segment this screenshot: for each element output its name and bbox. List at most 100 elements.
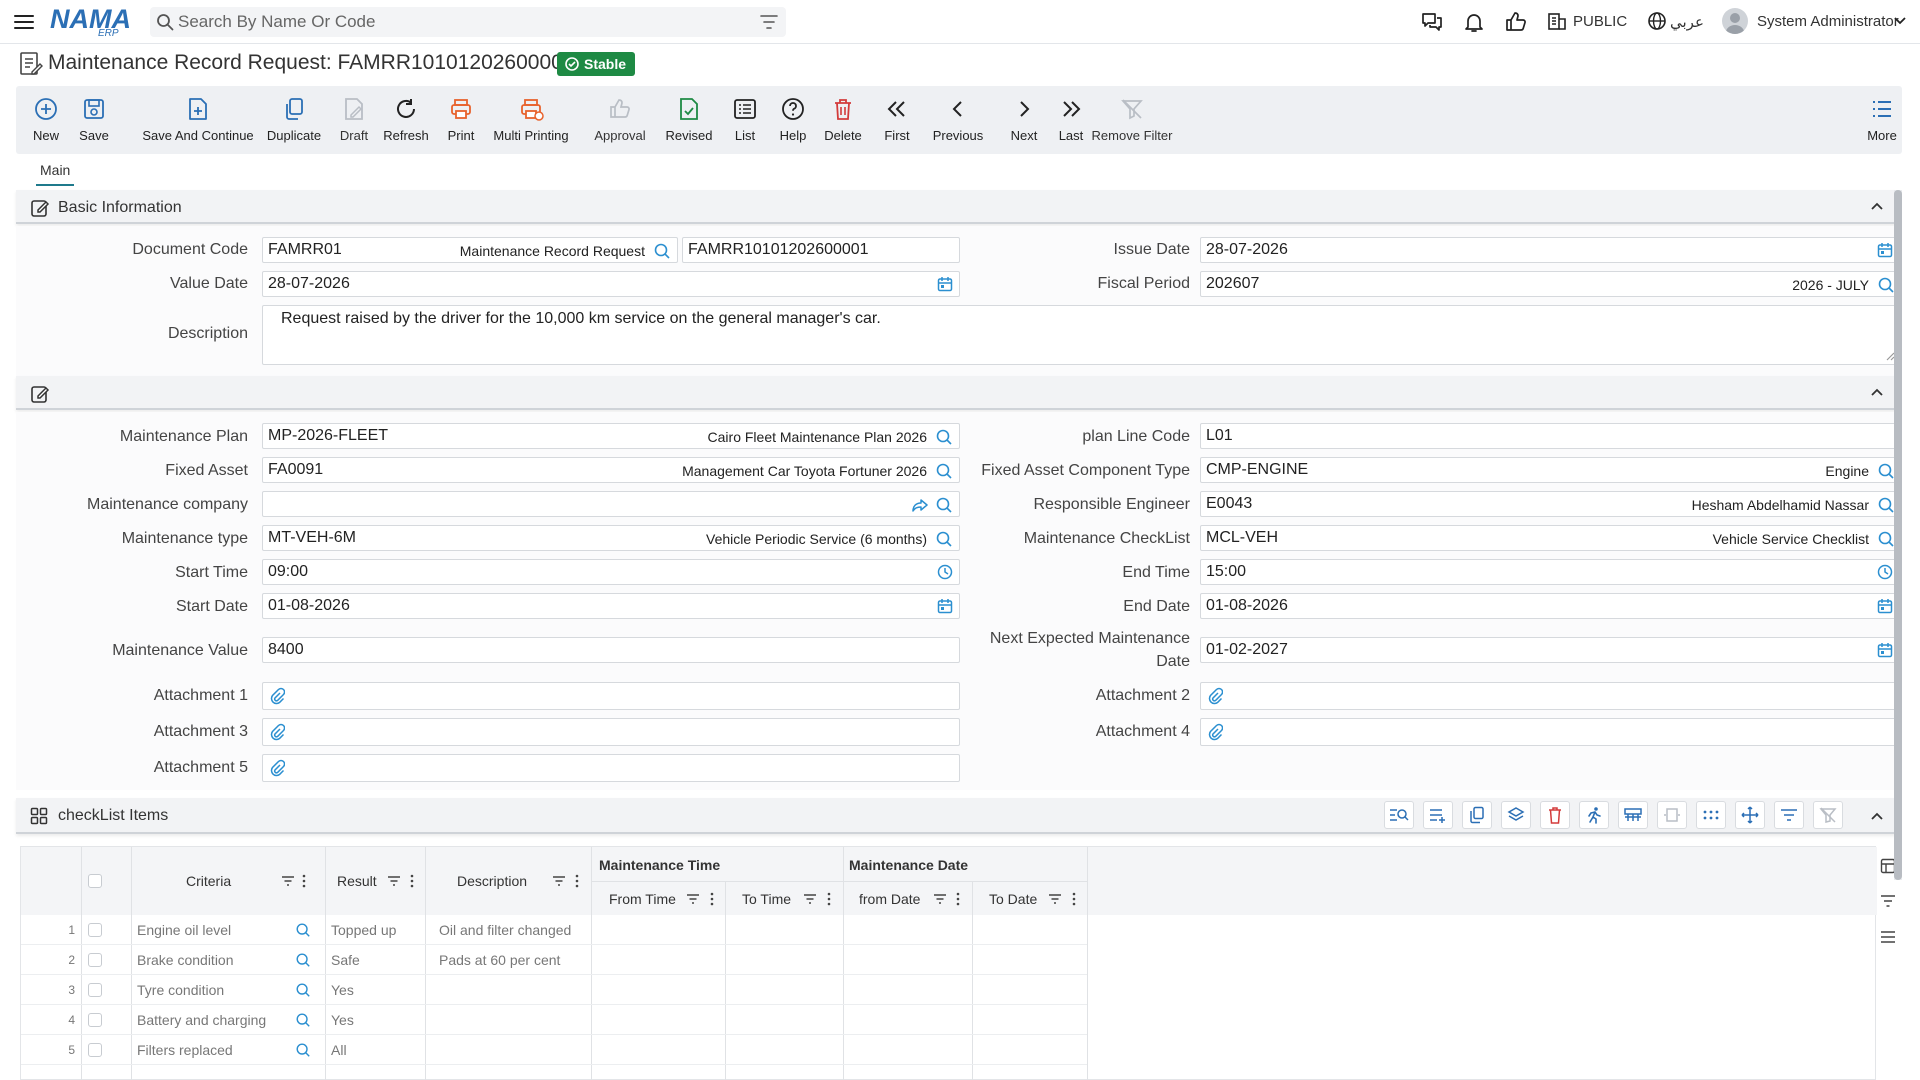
previous-button[interactable]: Previous bbox=[928, 86, 988, 154]
end-time-field[interactable]: 15:00 bbox=[1200, 559, 1900, 585]
filter-icon[interactable] bbox=[803, 893, 817, 905]
table-row[interactable]: 3 Tyre condition Yes bbox=[21, 975, 1087, 1005]
clock-icon[interactable] bbox=[937, 564, 953, 580]
chevron-up-icon[interactable] bbox=[1870, 809, 1884, 823]
table-row[interactable]: 4 Battery and charging Yes bbox=[21, 1005, 1087, 1035]
filter-icon[interactable] bbox=[552, 875, 566, 887]
user-name[interactable]: System Administrator bbox=[1757, 13, 1899, 30]
revised-button[interactable]: Revised bbox=[660, 86, 718, 154]
grid-delete-button[interactable] bbox=[1540, 801, 1570, 829]
grid-layers-button[interactable] bbox=[1501, 801, 1531, 829]
filter-icon[interactable] bbox=[686, 893, 700, 905]
chevron-up-icon[interactable] bbox=[1870, 199, 1884, 213]
fixed-asset-field[interactable]: FA0091 Management Car Toyota Fortuner 20… bbox=[262, 457, 960, 483]
scrollbar-thumb[interactable] bbox=[1894, 190, 1902, 880]
last-button[interactable]: Last bbox=[1050, 86, 1092, 154]
start-date-field[interactable]: 01-08-2026 bbox=[262, 593, 960, 619]
lookup-icon[interactable] bbox=[935, 428, 953, 446]
basic-information-header[interactable]: Basic Information bbox=[16, 190, 1896, 224]
maintenance-value-field[interactable]: 8400 bbox=[262, 637, 960, 663]
select-all-checkbox[interactable] bbox=[88, 874, 102, 888]
company-label[interactable]: PUBLIC bbox=[1573, 13, 1627, 30]
issue-date-field[interactable]: 28-07-2026 bbox=[1200, 237, 1900, 263]
kebab-menu-icon[interactable] bbox=[710, 892, 714, 906]
nama-logo[interactable]: NAMA ERP bbox=[50, 4, 132, 38]
attachment-3-field[interactable] bbox=[262, 718, 960, 746]
next-button[interactable]: Next bbox=[1004, 86, 1044, 154]
lookup-icon[interactable] bbox=[295, 952, 311, 968]
language-switch[interactable]: عربي bbox=[1670, 13, 1704, 31]
criteria-column-header[interactable]: Criteria bbox=[186, 873, 231, 889]
grid-move-button[interactable] bbox=[1735, 801, 1765, 829]
paperclip-icon[interactable] bbox=[269, 723, 285, 741]
bell-icon[interactable] bbox=[1462, 10, 1486, 34]
chevron-down-icon[interactable] bbox=[1893, 14, 1917, 38]
lookup-icon[interactable] bbox=[935, 462, 953, 480]
menu-icon[interactable] bbox=[12, 10, 36, 34]
component-type-field[interactable]: CMP-ENGINE Engine bbox=[1200, 457, 1900, 483]
kebab-menu-icon[interactable] bbox=[956, 892, 960, 906]
document-code-field[interactable]: FAMRR01 Maintenance Record Request bbox=[262, 237, 678, 263]
row-checkbox[interactable] bbox=[88, 1013, 102, 1027]
table-row[interactable]: 5 Filters replaced All bbox=[21, 1035, 1087, 1065]
lookup-icon[interactable] bbox=[1877, 530, 1895, 548]
responsible-engineer-field[interactable]: E0043 Hesham Abdelhamid Nassar bbox=[1200, 491, 1900, 517]
grid-dots-button[interactable] bbox=[1696, 801, 1726, 829]
grid-run-button[interactable] bbox=[1579, 801, 1609, 829]
filter-icon[interactable] bbox=[760, 14, 778, 30]
row-checkbox[interactable] bbox=[88, 953, 102, 967]
checklist-items-header[interactable]: checkList Items bbox=[16, 798, 1896, 834]
lookup-icon[interactable] bbox=[1877, 462, 1895, 480]
print-button[interactable]: Print bbox=[436, 86, 486, 154]
menu-lines-icon[interactable] bbox=[1880, 930, 1896, 944]
lookup-icon[interactable] bbox=[1877, 276, 1895, 294]
chevron-up-icon[interactable] bbox=[1870, 385, 1884, 399]
start-time-field[interactable]: 09:00 bbox=[262, 559, 960, 585]
lookup-icon[interactable] bbox=[935, 530, 953, 548]
multi-printing-button[interactable]: Multi Printing bbox=[490, 86, 572, 154]
maintenance-company-field[interactable] bbox=[262, 491, 960, 517]
lookup-icon[interactable] bbox=[935, 496, 953, 514]
globe-icon[interactable] bbox=[1646, 10, 1670, 34]
table-row[interactable]: 1 Engine oil level Topped up Oil and fil… bbox=[21, 915, 1087, 945]
row-checkbox[interactable] bbox=[88, 923, 102, 937]
description-textarea[interactable]: Request raised by the driver for the 10,… bbox=[262, 305, 1900, 365]
next-expected-date-field[interactable]: 01-02-2027 bbox=[1200, 637, 1900, 663]
help-button[interactable]: Help bbox=[770, 86, 816, 154]
attachment-2-field[interactable] bbox=[1200, 682, 1900, 710]
details-section-header[interactable] bbox=[16, 376, 1896, 410]
approval-button[interactable]: Approval bbox=[590, 86, 650, 154]
to-date-column-header[interactable]: To Date bbox=[989, 891, 1037, 907]
value-date-field[interactable]: 28-07-2026 bbox=[262, 271, 960, 297]
vertical-scrollbar[interactable] bbox=[1894, 190, 1902, 880]
search-box[interactable] bbox=[150, 7, 786, 37]
table-row[interactable]: 2 Brake condition Safe Pads at 60 per ce… bbox=[21, 945, 1087, 975]
duplicate-button[interactable]: Duplicate bbox=[256, 86, 332, 154]
kebab-menu-icon[interactable] bbox=[1072, 892, 1076, 906]
paperclip-icon[interactable] bbox=[269, 759, 285, 777]
from-date-column-header[interactable]: from Date bbox=[859, 891, 920, 907]
grid-table-settings-button[interactable] bbox=[1618, 801, 1648, 829]
paperclip-icon[interactable] bbox=[1207, 687, 1223, 705]
clock-icon[interactable] bbox=[1877, 564, 1893, 580]
document-number-field[interactable]: FAMRR10101202600001 bbox=[682, 237, 960, 263]
row-checkbox[interactable] bbox=[88, 983, 102, 997]
first-button[interactable]: First bbox=[876, 86, 918, 154]
search-input[interactable] bbox=[178, 7, 738, 37]
attachment-5-field[interactable] bbox=[262, 754, 960, 782]
lookup-icon[interactable] bbox=[295, 1012, 311, 1028]
lookup-icon[interactable] bbox=[295, 982, 311, 998]
grid-search-button[interactable] bbox=[1384, 801, 1414, 829]
filter-icon[interactable] bbox=[387, 875, 401, 887]
kebab-menu-icon[interactable] bbox=[575, 874, 579, 888]
calendar-icon[interactable] bbox=[937, 276, 953, 292]
list-button[interactable]: List bbox=[722, 86, 768, 154]
filter-icon[interactable] bbox=[1880, 894, 1896, 908]
fiscal-period-field[interactable]: 202607 2026 - JULY bbox=[1200, 271, 1900, 297]
attachment-1-field[interactable] bbox=[262, 682, 960, 710]
maintenance-plan-field[interactable]: MP-2026-FLEET Cairo Fleet Maintenance Pl… bbox=[262, 423, 960, 449]
paperclip-icon[interactable] bbox=[269, 687, 285, 705]
description-column-header[interactable]: Description bbox=[457, 873, 527, 889]
filter-icon[interactable] bbox=[281, 875, 295, 887]
attachment-4-field[interactable] bbox=[1200, 718, 1900, 746]
